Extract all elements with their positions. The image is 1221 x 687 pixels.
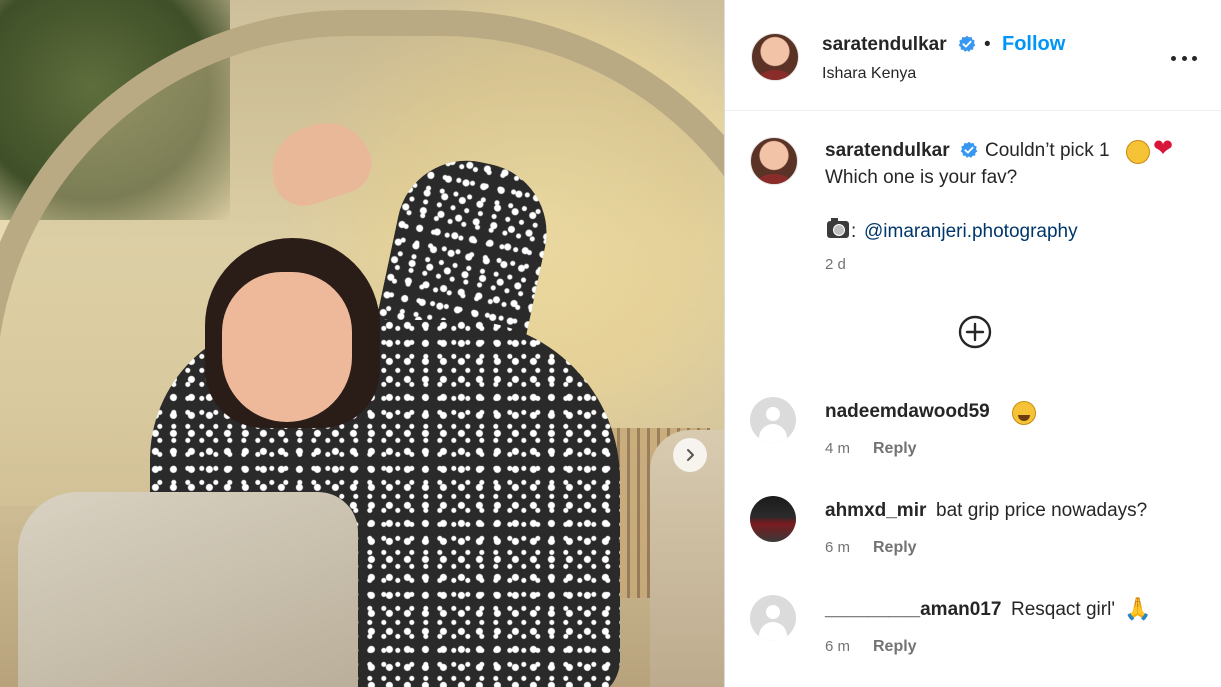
caption-avatar[interactable] (750, 137, 798, 185)
header-separator: • (984, 34, 991, 55)
comment-timestamp[interactable]: 6 m (825, 638, 850, 655)
plus-circle-icon (958, 315, 992, 349)
follow-button[interactable]: Follow (1002, 33, 1065, 56)
folded-hands-emoji-icon: 🙏 (1124, 596, 1152, 621)
smiling-face-emoji-icon (1126, 140, 1150, 164)
post-header: saratendulkar • Follow Ishara Kenya (725, 0, 1221, 111)
comment-username[interactable]: nadeemdawood59 (825, 401, 990, 423)
next-photo-button[interactable] (673, 438, 707, 472)
comment-timestamp[interactable]: 6 m (825, 539, 850, 556)
comment-reply-button[interactable]: Reply (873, 440, 917, 458)
comment-username[interactable]: ahmxd_mir (825, 500, 926, 522)
post-location[interactable]: Ishara Kenya (822, 65, 916, 83)
comment-timestamp[interactable]: 4 m (825, 440, 850, 457)
verified-badge-icon (960, 141, 978, 159)
post-photo[interactable] (0, 0, 724, 687)
comment-text: Resqact girl' (1011, 599, 1115, 620)
crying-face-emoji-icon (1012, 401, 1036, 425)
comment-reply-button[interactable]: Reply (873, 539, 917, 557)
photographer-mention-link[interactable]: @imaranjeri.photography (864, 221, 1078, 243)
comment-avatar-default[interactable] (750, 397, 796, 443)
caption-username[interactable]: saratendulkar (825, 140, 950, 162)
author-avatar[interactable] (751, 33, 799, 81)
chevron-right-icon (687, 449, 694, 461)
photo-face (222, 272, 352, 422)
camera-emoji-icon (827, 218, 849, 238)
comment-username[interactable]: _________aman017 (825, 599, 1001, 621)
caption-text-line1: Couldn’t pick 1 (985, 140, 1110, 161)
author-username[interactable]: saratendulkar (822, 34, 947, 56)
load-more-comments-button[interactable] (958, 315, 992, 349)
caption-text-line2: Which one is your fav? (825, 167, 1018, 188)
comment-text: bat grip price nowadays? (936, 500, 1148, 521)
heart-emoji-icon: ❤ (1153, 135, 1174, 162)
photo-cushion-left (18, 492, 358, 687)
comment-avatar-default[interactable] (750, 595, 796, 641)
comment-avatar-photo[interactable] (750, 496, 796, 542)
caption-timestamp[interactable]: 2 d (825, 256, 846, 273)
comment-reply-button[interactable]: Reply (873, 638, 917, 656)
caption-credit-prefix: : (851, 221, 857, 242)
more-options-icon[interactable] (1171, 48, 1197, 68)
verified-badge-icon (958, 35, 976, 53)
